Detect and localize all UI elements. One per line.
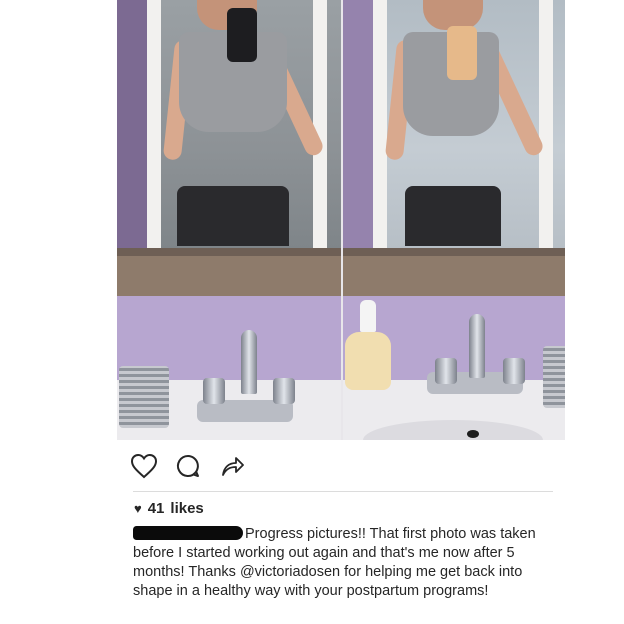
faucet-spout (469, 314, 485, 378)
soap-dish (119, 366, 169, 428)
heart-outline-icon (130, 453, 158, 479)
door-frame (313, 0, 327, 248)
likes-number: 41 (147, 500, 165, 517)
post-image[interactable] (117, 0, 565, 440)
before-photo (117, 0, 341, 440)
faucet-handle (503, 358, 525, 384)
soap-pump (345, 332, 391, 390)
mention-link[interactable]: @victoriadosen (240, 564, 340, 580)
pants (177, 186, 289, 246)
mirror-reflection (343, 0, 565, 248)
likes-count[interactable]: ♥ 41 likes (134, 500, 204, 517)
pump-head (360, 300, 376, 332)
mirror-reflection (117, 0, 341, 248)
faucet-handle (203, 378, 225, 404)
share-button[interactable] (216, 450, 248, 482)
faucet-spout (241, 330, 257, 394)
heart-icon: ♥ (134, 501, 142, 516)
sink-drain (467, 430, 479, 438)
post-caption: Progress pictures!! That first photo was… (133, 525, 557, 601)
phone (227, 8, 257, 62)
phone (447, 26, 477, 80)
door-frame (539, 0, 553, 248)
vanity-top (343, 248, 565, 296)
purple-wall (343, 0, 373, 248)
purple-wall (117, 0, 147, 248)
like-button[interactable] (128, 450, 160, 482)
action-bar (128, 450, 248, 482)
door-frame (373, 0, 387, 248)
likes-label: likes (170, 500, 204, 517)
comment-bubble-icon (176, 455, 199, 477)
redacted-username (133, 526, 243, 540)
soap-dish (543, 346, 565, 408)
faucet-handle (273, 378, 295, 404)
divider-line (133, 491, 553, 492)
after-photo (343, 0, 565, 440)
door-frame (147, 0, 161, 248)
share-arrow-icon (222, 457, 244, 476)
pants (405, 186, 501, 246)
comment-button[interactable] (172, 450, 204, 482)
faucet-handle (435, 358, 457, 384)
vanity-top (117, 248, 341, 296)
